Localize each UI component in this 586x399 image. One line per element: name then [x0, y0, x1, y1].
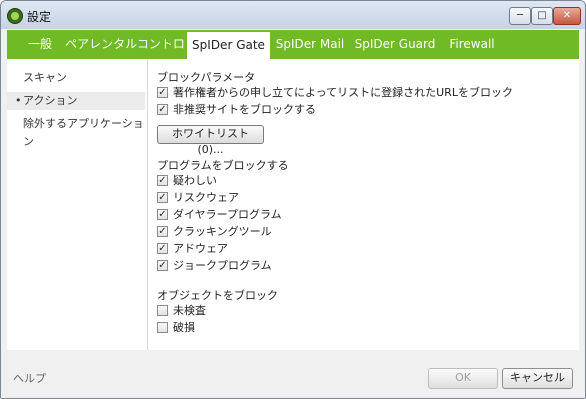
- sidebar-item-label: 除外するアプリケーション: [23, 117, 144, 148]
- block-objects-heading: オブジェクトをブロック: [157, 289, 278, 302]
- settings-window: 設定 ─ □ ✕ 一般 ペアレンタルコントロール SpIDer Gate SpI…: [0, 0, 586, 399]
- checkbox[interactable]: [157, 322, 168, 333]
- whitelist-button[interactable]: ホワイトリスト (0)...: [157, 125, 264, 156]
- tab-parental-control[interactable]: ペアレンタルコントロール: [63, 30, 187, 80]
- sidebar-item-action[interactable]: • アクション: [7, 92, 145, 110]
- settings-main: ブロックパラメータ ✓ 著作権者からの申し立てによってリストに登録されたURLを…: [157, 59, 577, 350]
- checkbox[interactable]: ✓: [157, 175, 168, 186]
- checkbox[interactable]: ✓: [157, 104, 168, 115]
- help-link[interactable]: ヘルプ: [13, 370, 46, 386]
- sidebar-item-label: アクション: [23, 94, 78, 107]
- block-programs-heading: プログラムをブロックする: [157, 159, 289, 172]
- minimize-button[interactable]: ─: [509, 7, 531, 25]
- checkbox-label: クラッキングツール: [173, 225, 272, 238]
- checkbox-label: 破損: [173, 321, 195, 334]
- window-title: 設定: [27, 10, 52, 24]
- sidebar-item-excluded-apps[interactable]: 除外するアプリケーション: [7, 115, 145, 148]
- checkbox-label: 未検査: [173, 304, 206, 317]
- selected-marker: •: [15, 94, 22, 107]
- maximize-button[interactable]: □: [531, 7, 553, 25]
- checkbox-label: 疑わしい: [173, 174, 217, 187]
- close-button[interactable]: ✕: [553, 7, 581, 25]
- cancel-button[interactable]: キャンセル: [502, 368, 573, 389]
- title-bar: 設定 ─ □ ✕: [1, 1, 585, 29]
- sidebar-item-label: スキャン: [23, 71, 67, 84]
- sidebar-item-scan[interactable]: スキャン: [7, 69, 145, 87]
- tab-firewall[interactable]: Firewall: [440, 30, 504, 59]
- block-parameters-heading: ブロックパラメータ: [157, 71, 256, 84]
- app-logo-icon: [7, 8, 23, 24]
- checkbox[interactable]: ✓: [157, 260, 168, 271]
- checkbox[interactable]: ✓: [157, 192, 168, 203]
- tab-bar: 一般 ペアレンタルコントロール SpIDer Gate SpIDer Mail …: [7, 30, 579, 80]
- sidebar: スキャン • アクション 除外するアプリケーション: [7, 59, 148, 350]
- checkbox[interactable]: [157, 305, 168, 316]
- content-panel: スキャン • アクション 除外するアプリケーション ブロックパラメータ ✓ 著作…: [7, 59, 579, 350]
- ok-button[interactable]: OK: [428, 368, 498, 389]
- checkbox-label: 著作権者からの申し立てによってリストに登録されたURLをブロック: [173, 86, 513, 99]
- tab-spider-gate[interactable]: SpIDer Gate: [187, 32, 270, 59]
- tab-spider-mail[interactable]: SpIDer Mail: [270, 30, 350, 59]
- tab-spider-guard[interactable]: SpIDer Guard: [350, 30, 440, 59]
- checkbox-label: 非推奨サイトをブロックする: [173, 103, 316, 116]
- checkbox[interactable]: ✓: [157, 209, 168, 220]
- checkbox-label: リスクウェア: [173, 191, 239, 204]
- checkbox-label: ジョークプログラム: [173, 259, 272, 272]
- checkbox-label: アドウェア: [173, 242, 228, 255]
- checkbox[interactable]: ✓: [157, 243, 168, 254]
- checkbox[interactable]: ✓: [157, 226, 168, 237]
- footer: ヘルプ OK キャンセル: [1, 350, 585, 398]
- checkbox-label: ダイヤラープログラム: [173, 208, 282, 221]
- checkbox[interactable]: ✓: [157, 87, 168, 98]
- tab-general[interactable]: 一般: [17, 30, 63, 59]
